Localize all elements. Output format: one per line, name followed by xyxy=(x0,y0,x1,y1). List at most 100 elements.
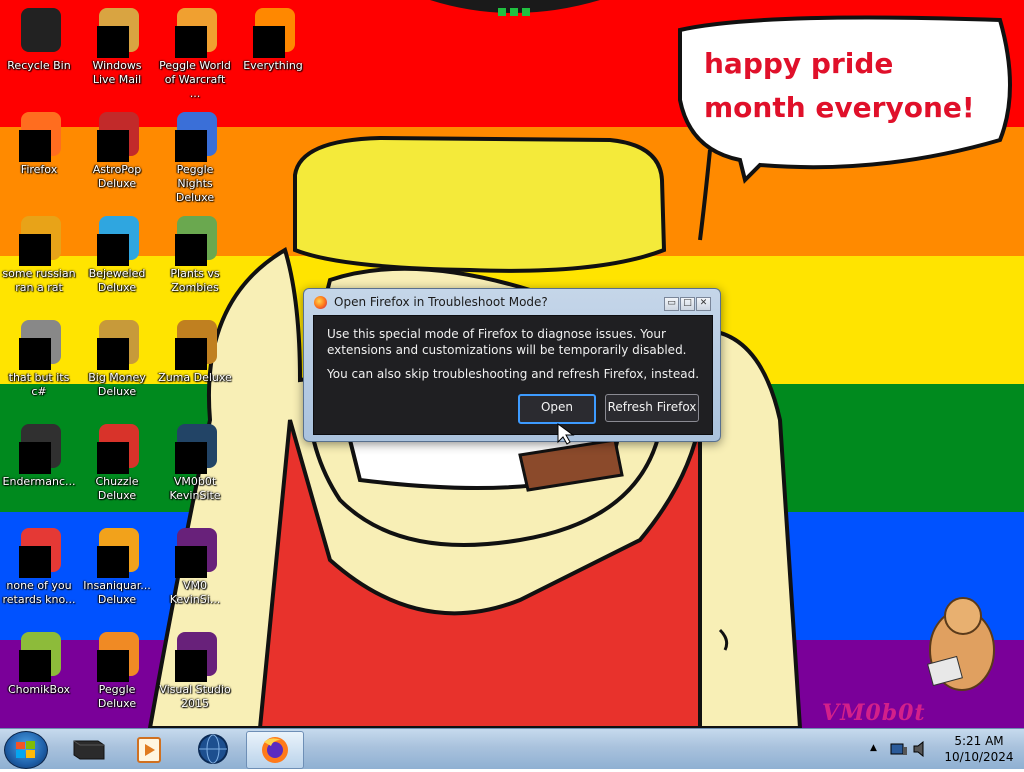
recycle-bin-icon xyxy=(15,8,63,56)
censor-box xyxy=(19,442,51,474)
desktop-icon-label: Insaniquar... Deluxe xyxy=(83,579,151,606)
desktop-icon[interactable]: Recycle Bin xyxy=(0,4,78,100)
bejeweled-icon xyxy=(93,216,141,266)
desktop-icon-label: Big Money Deluxe xyxy=(88,371,146,398)
desktop-icon[interactable]: Peggle Deluxe xyxy=(78,628,156,724)
desktop-icon[interactable]: Visual Studio 2015 xyxy=(156,628,234,724)
censor-box xyxy=(175,130,207,162)
censor-box xyxy=(97,442,129,474)
desktop-icon[interactable]: Peggle Nights Deluxe xyxy=(156,108,234,204)
desktop-icon[interactable]: Plants vs Zombies xyxy=(156,212,234,308)
visual-studio-icon xyxy=(171,632,219,682)
censor-box xyxy=(97,338,129,370)
desktop-icon[interactable]: Everything xyxy=(234,4,312,100)
dialog-message-secondary: You can also skip troubleshooting and re… xyxy=(327,367,700,381)
desktop-icon[interactable]: Insaniquar... Deluxe xyxy=(78,524,156,620)
censor-box xyxy=(97,234,129,266)
desktop-icon-label: Recycle Bin xyxy=(7,59,71,72)
speech-bubble-text: happy pride month everyone! xyxy=(704,47,975,124)
mouse-cursor-icon xyxy=(557,423,575,445)
enderman-icon xyxy=(15,424,63,474)
desktop-icon-label: Peggle Nights Deluxe xyxy=(175,163,215,204)
censor-box xyxy=(175,546,207,578)
desktop-icon-label: Bejeweled Deluxe xyxy=(88,267,146,294)
chuzzle-icon xyxy=(93,424,141,474)
kevinsite-icon xyxy=(171,424,219,474)
desktop-icon-label: Zuma Deluxe xyxy=(158,371,232,384)
desktop-icon[interactable]: VM0b0t KevinSite xyxy=(156,420,234,516)
desktop-icon[interactable]: Chuzzle Deluxe xyxy=(78,420,156,516)
desktop-icon[interactable]: Big Money Deluxe xyxy=(78,316,156,412)
desktop-icon-label: VM0b0t KevinSite xyxy=(169,475,221,502)
censor-box xyxy=(175,650,207,682)
desktop-icon-label: Everything xyxy=(243,59,303,72)
censor-box xyxy=(175,338,207,370)
minimize-button[interactable]: ▭ xyxy=(664,297,679,311)
peggle-wow-icon xyxy=(171,8,219,58)
astropop-icon xyxy=(93,112,141,162)
taskbar-clock[interactable]: 5:21 AM 10/10/2024 xyxy=(938,733,1020,765)
desktop-icon-label: Endermanc... xyxy=(2,475,76,488)
start-button[interactable] xyxy=(4,731,48,769)
desktop-icon[interactable]: Zuma Deluxe xyxy=(156,316,234,412)
desktop-icon-label: some russian ran a rat xyxy=(2,267,76,294)
desktop-icon[interactable]: Peggle World of Warcraft ... xyxy=(156,4,234,100)
censor-box xyxy=(97,130,129,162)
plants-vs-zombies-icon xyxy=(171,216,219,266)
censor-box xyxy=(97,650,129,682)
firefox-icon xyxy=(314,296,327,309)
desktop-icon-label: Peggle Deluxe xyxy=(97,683,137,710)
censor-box xyxy=(19,650,51,682)
desktop-icon[interactable]: that but its c# xyxy=(0,316,78,412)
dialog-message-primary: Use this special mode of Firefox to diag… xyxy=(327,327,687,357)
desktop-icon-label: Plants vs Zombies xyxy=(170,267,220,294)
desktop-icon[interactable]: Bejeweled Deluxe xyxy=(78,212,156,308)
desktop-icon[interactable]: Windows Live Mail xyxy=(78,4,156,100)
taskbar-program-button[interactable] xyxy=(60,731,116,767)
desktop-icon-label: ChomikBox xyxy=(8,683,70,696)
desktop-icon[interactable]: none of you retards kno... xyxy=(0,524,78,620)
desktop-icon-label: Visual Studio 2015 xyxy=(159,683,231,710)
censor-box xyxy=(19,546,51,578)
media-player-icon xyxy=(137,737,161,763)
refresh-firefox-button[interactable]: Refresh Firefox xyxy=(605,394,699,422)
censor-box xyxy=(97,546,129,578)
censor-box xyxy=(175,26,207,58)
mail-icon xyxy=(93,8,141,58)
network-globe-icon xyxy=(198,734,228,764)
maximize-button[interactable]: □ xyxy=(680,297,695,311)
russian-app-icon xyxy=(15,216,63,266)
taskbar: ▲ 5:21 AM 10/10/2024 xyxy=(0,728,1024,769)
desktop-icon[interactable]: Firefox xyxy=(0,108,78,204)
desktop-icon[interactable]: AstroPop Deluxe xyxy=(78,108,156,204)
open-button[interactable]: Open xyxy=(518,394,596,424)
show-hidden-icon[interactable]: ▲ xyxy=(870,743,877,753)
dialog-title: Open Firefox in Troubleshoot Mode? xyxy=(334,295,548,309)
desktop-icon[interactable]: ChomikBox xyxy=(0,628,78,724)
desktop-icon-label: Windows Live Mail xyxy=(92,59,142,86)
big-money-icon xyxy=(93,320,141,370)
censor-box xyxy=(175,234,207,266)
dialog-titlebar[interactable]: Open Firefox in Troubleshoot Mode? ▭ □ ✕ xyxy=(304,289,720,315)
desktop-icon-label: that but its c# xyxy=(8,371,70,398)
network-icon[interactable] xyxy=(890,741,908,757)
close-button[interactable]: ✕ xyxy=(696,297,711,311)
peggle-icon xyxy=(93,632,141,682)
clock-date: 10/10/2024 xyxy=(944,750,1014,764)
taskbar-network-button[interactable] xyxy=(184,731,240,767)
volume-icon[interactable] xyxy=(912,741,930,757)
desktop-icon[interactable]: VM0 KevinSi... xyxy=(156,524,234,620)
windows-logo-icon xyxy=(16,741,35,758)
program-icon xyxy=(73,740,105,760)
censor-box xyxy=(19,130,51,162)
taskbar-media-player-button[interactable] xyxy=(122,731,178,767)
taskbar-firefox-button[interactable] xyxy=(246,731,304,769)
desktop-icon[interactable]: Endermanc... xyxy=(0,420,78,516)
firefox-icon xyxy=(262,737,288,763)
vm0b0t-watermark: VM0b0t xyxy=(822,700,926,726)
desktop-icon-label: AstroPop Deluxe xyxy=(92,163,142,190)
troubleshoot-mode-dialog: Open Firefox in Troubleshoot Mode? ▭ □ ✕… xyxy=(303,288,721,442)
desktop-icon[interactable]: some russian ran a rat xyxy=(0,212,78,308)
zuma-icon xyxy=(171,320,219,370)
search-icon xyxy=(249,8,297,58)
